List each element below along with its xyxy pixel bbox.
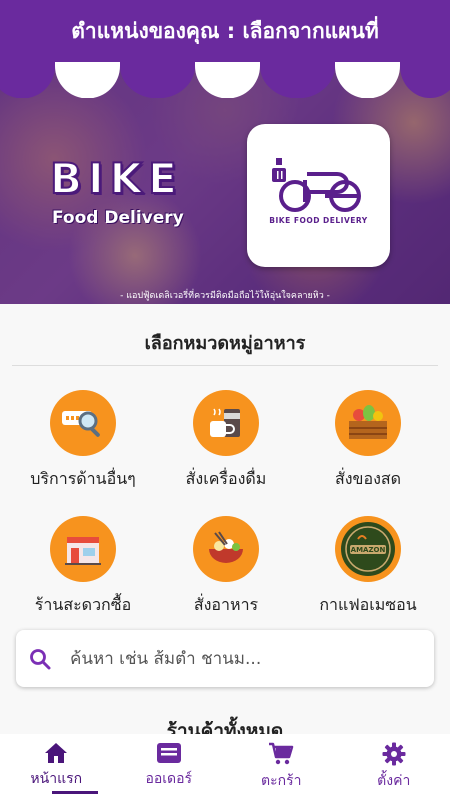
search-icon	[30, 648, 51, 669]
category-drinks[interactable]: สั่งเครื่องดื่ม	[151, 390, 301, 492]
divider	[12, 365, 438, 366]
amazon-coffee-logo-icon[interactable]: AMAZON	[335, 516, 401, 582]
brand-subtitle: Food Delivery	[52, 208, 184, 228]
brand-name: BIKE	[49, 153, 183, 204]
cart-icon	[269, 742, 294, 765]
category-label: กาแฟอเมซอน	[319, 595, 417, 614]
categories-title: เลือกหมวดหมู่อาหาร	[144, 333, 306, 354]
category-label: บริการด้านอื่นๆ	[30, 469, 136, 488]
tagline: - แอปฟู้ดเดลิเวอรี่ที่ควรมีติดมือถือไว้ใ…	[120, 291, 330, 301]
search-service-icon[interactable]	[50, 390, 116, 456]
category-fresh-goods[interactable]: สั่งของสด	[293, 390, 443, 492]
category-label: สั่งของสด	[334, 469, 402, 488]
gear-icon	[382, 742, 406, 766]
nav-cart[interactable]: ตะกร้า	[225, 734, 338, 800]
nav-label: ตะกร้า	[261, 773, 302, 789]
order-icon	[156, 743, 181, 763]
search-input[interactable]	[70, 648, 400, 669]
active-tab-indicator	[52, 791, 98, 794]
nav-settings[interactable]: ตั้งค่า	[338, 734, 450, 800]
convenience-store-icon[interactable]	[50, 516, 116, 582]
nav-label: หน้าแรก	[30, 771, 83, 787]
bike-logo-icon	[272, 158, 361, 212]
category-amazon-coffee[interactable]: AMAZON กาแฟอเมซอน	[293, 516, 443, 618]
category-label: สั่งเครื่องดื่ม	[185, 469, 267, 488]
app-logo-card: BIKE FOOD DELIVERY	[247, 124, 390, 267]
location-title[interactable]: ตำแหน่งของคุณ : เลือกจากแผนที่	[71, 15, 378, 48]
location-bar[interactable]: ตำแหน่งของคุณ : เลือกจากแผนที่	[0, 0, 450, 62]
category-label: ร้านสะดวกซื้อ	[34, 595, 132, 614]
category-other-services[interactable]: บริการด้านอื่นๆ	[8, 390, 158, 492]
category-label: สั่งอาหาร	[193, 595, 259, 614]
nav-label: ออเดอร์	[145, 771, 193, 787]
promo-banner: BIKE Food Delivery BIKE FOOD DELIVERY - …	[0, 62, 450, 304]
nav-orders[interactable]: ออเดอร์	[113, 734, 226, 800]
nav-label: ตั้งค่า	[377, 773, 411, 789]
drink-icon[interactable]	[193, 390, 259, 456]
svg-text:AMAZON: AMAZON	[351, 546, 386, 554]
category-convenience-store[interactable]: ร้านสะดวกซื้อ	[8, 516, 158, 618]
food-bowl-icon[interactable]	[193, 516, 259, 582]
fresh-crate-icon[interactable]	[335, 390, 401, 456]
home-icon	[45, 743, 68, 763]
search-bar[interactable]	[16, 630, 434, 687]
logo-caption: BIKE FOOD DELIVERY	[269, 216, 368, 225]
category-food[interactable]: สั่งอาหาร	[151, 516, 301, 618]
awning-decoration	[0, 62, 450, 98]
